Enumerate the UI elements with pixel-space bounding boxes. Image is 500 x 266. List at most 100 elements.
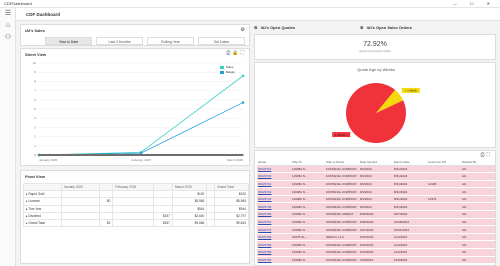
sales-title: IAI's Sales xyxy=(25,28,45,33)
pivot-cell: $944 xyxy=(214,204,249,213)
pivot-column-header[interactable] xyxy=(23,182,62,192)
settings-icon[interactable]: ⚙ xyxy=(360,25,364,30)
table-cell: AG xyxy=(461,248,495,257)
table-cell: 8/1/2024 xyxy=(359,180,393,189)
table-cell: 11608A N... xyxy=(291,225,325,234)
series-line xyxy=(38,75,244,156)
table-row[interactable]: 00029745 11608A N... FASTENAL COMPANY 8/1/2… xyxy=(257,202,495,212)
series-line xyxy=(38,102,244,156)
quote-link[interactable]: 00029760 xyxy=(257,210,291,219)
pivot-cell xyxy=(60,218,100,228)
table-row[interactable]: 00029773 11608A N... FASTENAL COMPANY 10/1/… xyxy=(257,225,495,234)
legend-margin: Margin xyxy=(219,70,235,75)
table-row[interactable]: 00029782 10075 SL... HERCO, LLC 10/5/2024 11… xyxy=(257,233,495,242)
table-cell: AG xyxy=(461,210,495,219)
y-tick-label: 1 xyxy=(34,144,36,148)
quote-link[interactable]: 00029790 xyxy=(257,256,291,265)
table-cell: HERCO, LLC xyxy=(325,233,359,242)
table-cell: 8/1/2024 xyxy=(359,195,393,204)
settings-icon[interactable]: ⚙ xyxy=(241,27,245,33)
settings-icon[interactable]: ⚙ xyxy=(254,25,258,30)
pivot-column-header[interactable]: January 2025 xyxy=(60,182,100,192)
range-rolling-year-button[interactable]: Rolling Year xyxy=(147,37,194,45)
table-cell: AG xyxy=(461,165,495,174)
org-chart-icon[interactable]: ⚇ xyxy=(0,32,16,44)
table-row[interactable]: 00029760 11608A N... FASTENAL CREDIT 8/28/2… xyxy=(257,210,495,219)
pivot-cell xyxy=(112,211,154,220)
table-row[interactable]: 00029716 11608A N... FASTENAL COMPANY 8/1/2… xyxy=(257,165,495,174)
table-cell: FASTENAL COMPANY xyxy=(325,256,359,265)
table-cell: FASTENAL COMPANY xyxy=(325,225,359,234)
pivot-cell: $5,965 xyxy=(171,197,208,206)
pivot-column-header[interactable] xyxy=(152,182,173,192)
quote-link[interactable]: 00029745 xyxy=(257,202,291,212)
quote-link[interactable]: 00029716 xyxy=(257,165,291,174)
pivot-cell xyxy=(152,204,173,213)
pivot-row: ▸ Grand Total $0 $157 $9,686 $9,843 xyxy=(23,218,249,228)
pivot-column-header[interactable]: February 2025 xyxy=(112,182,154,192)
pivot-cell xyxy=(112,204,154,213)
pivot-cell xyxy=(112,190,154,199)
table-row[interactable]: 00029732 11608A N... FASTENAL COMPANY 8/1/2… xyxy=(257,187,495,196)
menu-icon[interactable]: ☰ xyxy=(0,8,16,20)
table-cell xyxy=(427,165,461,174)
quote-link[interactable]: 00029733 xyxy=(257,195,291,204)
table-cell: 8/31/2024 xyxy=(393,165,427,174)
quote-link[interactable]: 00029761 xyxy=(257,218,291,227)
table-cell: AG xyxy=(461,218,495,227)
quote-link[interactable]: 00029785 xyxy=(257,248,291,257)
y-tick-label: 6 xyxy=(34,98,36,102)
quote-link[interactable]: 00029782 xyxy=(257,233,291,242)
pivot-cell: $5,965 xyxy=(214,197,249,206)
table-cell xyxy=(427,256,461,265)
home-icon[interactable]: ⌂ xyxy=(0,20,16,32)
table-row[interactable]: 00029785 11608A N... FASTENAL COMPANY 10/5/… xyxy=(257,248,495,257)
pivot-column-header[interactable] xyxy=(206,182,216,192)
table-row[interactable]: 00029790 11608A N... FASTENAL COMPANY 11/5/… xyxy=(257,256,495,265)
pivot-column-header[interactable] xyxy=(98,182,114,192)
table-cell: AG xyxy=(461,187,495,196)
table-cell: FASTENAL COMPANY xyxy=(325,202,359,212)
table-cell: 8/31/2024 xyxy=(393,202,427,212)
quote-link[interactable]: 00029731 xyxy=(257,180,291,189)
table-cell xyxy=(427,248,461,257)
quote-link[interactable]: 00029784 xyxy=(257,240,291,250)
expand-icon[interactable]: ⛶ xyxy=(486,152,492,158)
table-cell: AG xyxy=(461,256,495,265)
x-tick-label: January 2025 xyxy=(39,158,58,162)
pivot-column-header[interactable]: Grand Total xyxy=(214,182,249,192)
table-cell: 10/5/2024 xyxy=(359,233,393,242)
range-ytd-button[interactable]: Year to Date xyxy=(45,37,92,45)
table-cell: 11/4/2024 xyxy=(393,240,427,250)
table-row[interactable]: 00029730 11608A N... FASTENAL COMPANY 8/1/2… xyxy=(257,172,495,181)
y-tick-label: 10 xyxy=(33,61,37,65)
table-row[interactable]: 00029733 11608A N... FASTENAL COMPANY 8/1/2… xyxy=(257,195,495,204)
table-cell: 10/1/2024 xyxy=(359,225,393,234)
pivot-cell: $157 xyxy=(152,211,173,220)
table-cell: FASTENAL COMPANY xyxy=(325,180,359,189)
pivot-cell xyxy=(60,204,100,213)
quote-link[interactable]: 00029730 xyxy=(257,172,291,181)
pivot-view-title: Pivot View xyxy=(25,174,45,179)
pivot-cell xyxy=(60,211,100,220)
y-tick-label: 8 xyxy=(34,79,36,83)
window-titlebar: CDFDashboard — ☐ ✕ xyxy=(0,0,500,8)
table-row[interactable]: 00029731 11608A N... FASTENAL COMPANY 8/1/2… xyxy=(257,180,495,189)
table-row[interactable]: 00029784 11608A N... FASTENAL COMPANY 10/5/… xyxy=(257,240,495,250)
window-controls[interactable]: — ☐ ✕ xyxy=(453,0,496,8)
quote-link[interactable]: 00029732 xyxy=(257,187,291,196)
table-cell: 11608A N... xyxy=(291,172,325,181)
range-3-months-button[interactable]: Last 3 Months xyxy=(96,37,143,45)
x-tick-label: February 2025 xyxy=(131,158,151,162)
table-cell: 8/31/2024 xyxy=(393,172,427,181)
y-tick-label: 9 xyxy=(34,70,36,74)
pivot-column-header[interactable]: March 2025 xyxy=(171,182,208,192)
pivot-cell: $100 xyxy=(214,190,249,199)
table-cell: FASTENAL COMPANY xyxy=(325,187,359,196)
quote-link[interactable]: 00029773 xyxy=(257,225,291,234)
line-chart: 109876543210January 2025 February 2025 Mar… xyxy=(33,61,245,162)
table-cell xyxy=(427,240,461,250)
table-cell: FASTENAL COMPANY xyxy=(325,248,359,257)
table-row[interactable]: 00029761 11608A N... FASTENAL COMPANY 9/28/… xyxy=(257,218,495,227)
range-set-dates-button[interactable]: Set Dates xyxy=(198,37,245,45)
